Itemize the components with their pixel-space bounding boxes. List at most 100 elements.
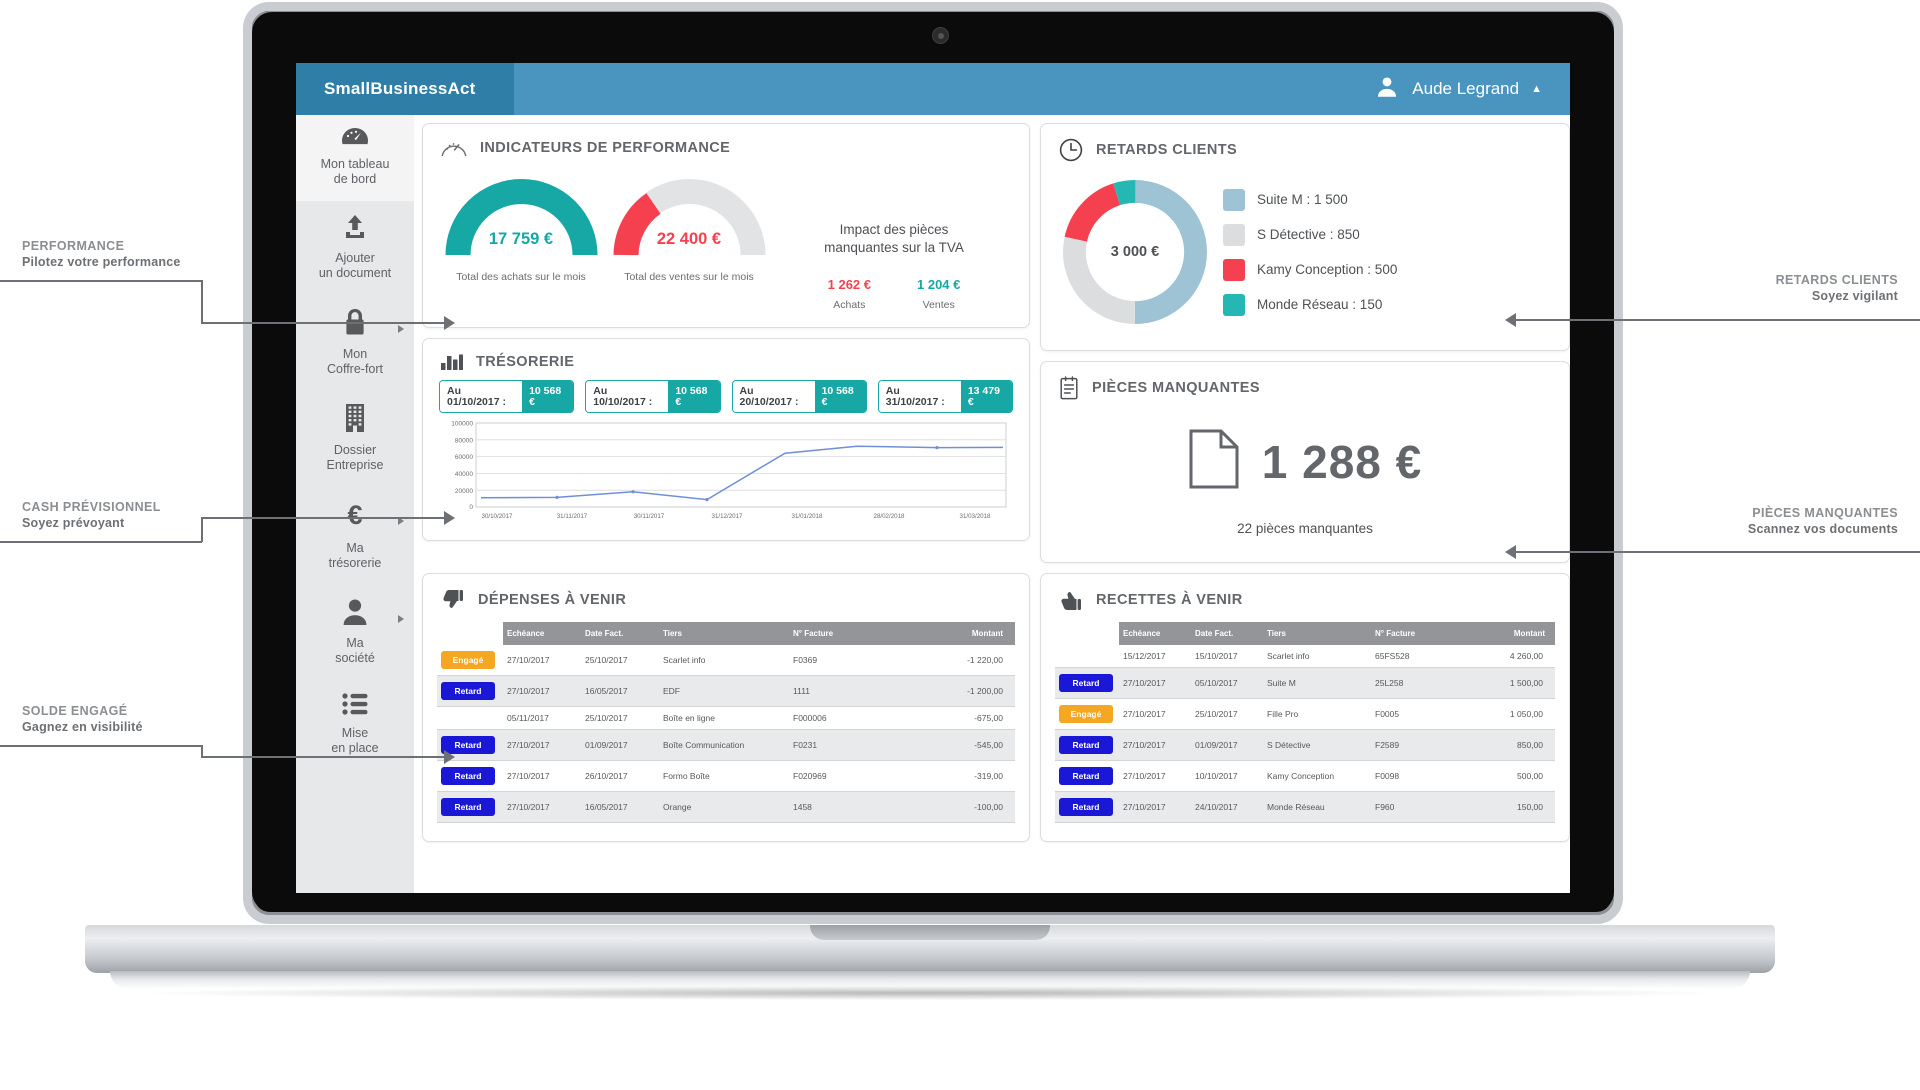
sidebar-item-label: Ma	[346, 541, 364, 555]
cell-facture: F020969	[789, 760, 874, 792]
y-tick-0: 0	[469, 504, 473, 511]
table-row[interactable]: Retard 27/10/2017 16/05/2017 Orange 1458…	[437, 791, 1015, 823]
sidebar-item-coffre-fort[interactable]: Mon Coffre-fort	[296, 295, 414, 391]
cell-status: Engagé	[1055, 698, 1119, 730]
table-row[interactable]: Engagé 27/10/2017 25/10/2017 Scarlet inf…	[437, 645, 1015, 676]
annotation-arrow-retards	[1505, 313, 1516, 327]
table-row[interactable]: Retard 27/10/2017 01/09/2017 S Détective…	[1055, 729, 1555, 761]
pieces-card-header: PIÈCES MANQUANTES	[1041, 362, 1569, 406]
cell-facture: F000006	[789, 706, 874, 730]
thumbs-up-icon	[1059, 588, 1083, 612]
annotation-title: SOLDE ENGAGÉ	[22, 704, 128, 718]
app-window: SmallBusinessAct Aude Legrand ▲ Mon tabl…	[296, 63, 1570, 893]
upload-icon	[300, 214, 410, 244]
cell-date-fact: 25/10/2017	[581, 645, 659, 676]
table-row[interactable]: 15/12/2017 15/10/2017 Scarlet info 65FS5…	[1055, 645, 1555, 668]
status-badge[interactable]: Retard	[441, 767, 495, 785]
legend-swatch	[1223, 293, 1245, 316]
tresorerie-tab[interactable]: Au 01/10/2017 : 10 568 €	[439, 380, 575, 413]
table-row[interactable]: Retard 27/10/2017 24/10/2017 Monde Résea…	[1055, 791, 1555, 823]
chevron-right-icon[interactable]	[398, 325, 404, 333]
user-menu[interactable]: Aude Legrand ▲	[1374, 74, 1570, 105]
legend-item[interactable]: S Détective : 850	[1223, 223, 1397, 246]
cell-tiers: Orange	[659, 791, 789, 823]
recettes-table-body: 15/12/2017 15/10/2017 Scarlet info 65FS5…	[1055, 645, 1555, 823]
table-row[interactable]: Retard 27/10/2017 10/10/2017 Kamy Concep…	[1055, 760, 1555, 792]
sidebar-item-label2: trésorerie	[328, 556, 382, 570]
status-badge[interactable]: Retard	[1059, 767, 1113, 785]
cell-date-fact: 26/10/2017	[581, 760, 659, 792]
sidebar-item-societe[interactable]: Ma société	[296, 585, 414, 680]
sidebar-item-dashboard[interactable]: Mon tableau de bord	[296, 115, 414, 201]
cell-montant: 850,00	[1445, 729, 1555, 761]
col-facture: N° Facture	[1371, 622, 1445, 645]
table-row[interactable]: Retard 27/10/2017 05/10/2017 Suite M 25L…	[1055, 667, 1555, 699]
cell-date-fact: 05/10/2017	[1191, 667, 1263, 699]
cell-status: Retard	[1055, 667, 1119, 699]
sidebar-item-label: Dossier	[333, 443, 377, 457]
legend-item[interactable]: Suite M : 1 500	[1223, 188, 1397, 211]
legend-swatch	[1223, 258, 1245, 281]
tresorerie-tab[interactable]: Au 31/10/2017 : 13 479 €	[877, 380, 1013, 413]
status-badge[interactable]: Retard	[1059, 798, 1113, 816]
col-montant: Montant	[1445, 622, 1555, 645]
table-row[interactable]: Retard 27/10/2017 01/09/2017 Boîte Commu…	[437, 729, 1015, 761]
cell-echeance: 27/10/2017	[1119, 791, 1191, 823]
laptop-notch	[810, 925, 1050, 940]
status-badge[interactable]: Engagé	[441, 651, 495, 669]
legend-swatch	[1223, 223, 1245, 246]
sidebar-item-label: Ma	[346, 636, 364, 650]
building-icon	[300, 404, 410, 436]
annotation-arrow-cash	[444, 511, 455, 525]
table-row[interactable]: 05/11/2017 25/10/2017 Boîte en ligne F00…	[437, 706, 1015, 730]
cell-status	[437, 706, 503, 730]
chevron-up-icon[interactable]: ▲	[1531, 83, 1542, 95]
tab-date: Au 31/10/2017 :	[878, 381, 961, 412]
y-tick-80000: 80000	[455, 437, 473, 444]
annotation-line-pieces	[1516, 551, 1920, 553]
sidebar-item-label: Mon	[342, 347, 368, 361]
cell-montant: 500,00	[1445, 760, 1555, 792]
annotation-cash: CASH PRÉVISIONNEL Soyez prévoyant	[22, 499, 161, 531]
sidebar-item-add-document[interactable]: Ajouter un document	[296, 201, 414, 295]
legend-swatch	[1223, 188, 1245, 211]
status-badge[interactable]: Engagé	[1059, 705, 1113, 723]
annotation-line-performance-h2	[201, 322, 446, 324]
status-badge[interactable]: Retard	[1059, 736, 1113, 754]
cell-tiers: Kamy Conception	[1263, 760, 1371, 792]
legend-item[interactable]: Kamy Conception : 500	[1223, 258, 1397, 281]
tresorerie-tab[interactable]: Au 20/10/2017 : 10 568 €	[731, 380, 867, 413]
table-row[interactable]: Retard 27/10/2017 16/05/2017 EDF 1111 -1…	[437, 675, 1015, 707]
dashboard-gauge-icon	[300, 128, 410, 150]
legend-label: Suite M : 1 500	[1257, 192, 1348, 207]
brand-block[interactable]: SmallBusinessAct	[296, 63, 514, 115]
table-row[interactable]: Retard 27/10/2017 26/10/2017 Formo Boîte…	[437, 760, 1015, 792]
annotation-line-cash-v	[201, 518, 203, 542]
cell-tiers: Fille Pro	[1263, 698, 1371, 730]
tva-achats-label: Achats	[833, 299, 866, 311]
cell-echeance: 27/10/2017	[1119, 729, 1191, 761]
status-badge[interactable]: Retard	[441, 682, 495, 700]
webcam-icon	[932, 27, 949, 44]
list-icon	[300, 693, 410, 719]
cell-echeance: 27/10/2017	[1119, 760, 1191, 792]
svg-text:€: €	[347, 500, 362, 530]
retards-donut[interactable]: 3 000 €	[1055, 172, 1215, 332]
annotation-line-cash-h2	[201, 517, 446, 519]
sidebar-item-tresorerie[interactable]: € Ma trésorerie	[296, 487, 414, 585]
annotation-subtitle: Scannez vos documents	[1747, 522, 1898, 536]
status-badge[interactable]: Retard	[441, 798, 495, 816]
table-row[interactable]: Engagé 27/10/2017 25/10/2017 Fille Pro F…	[1055, 698, 1555, 730]
col-tiers: Tiers	[1263, 622, 1371, 645]
y-tick-20000: 20000	[455, 488, 473, 495]
kpi-row: 17 759 € Total des achats sur le mois 22…	[423, 163, 1029, 327]
tresorerie-chart[interactable]: 100000 80000 60000 40000 20000 0 30/10/2…	[423, 421, 1029, 540]
chevron-right-icon[interactable]	[398, 615, 404, 623]
sidebar-item-dossier-entreprise[interactable]: Dossier Entreprise	[296, 391, 414, 487]
status-badge[interactable]: Retard	[1059, 674, 1113, 692]
tresorerie-tab[interactable]: Au 10/10/2017 : 10 568 €	[585, 380, 721, 413]
pieces-body: 1 288 € 22 pièces manquantes	[1041, 406, 1569, 562]
tva-ventes-amount: 1 204 €	[917, 277, 961, 292]
sidebar-item-label2: en place	[331, 741, 379, 755]
legend-item[interactable]: Monde Réseau : 150	[1223, 293, 1397, 316]
